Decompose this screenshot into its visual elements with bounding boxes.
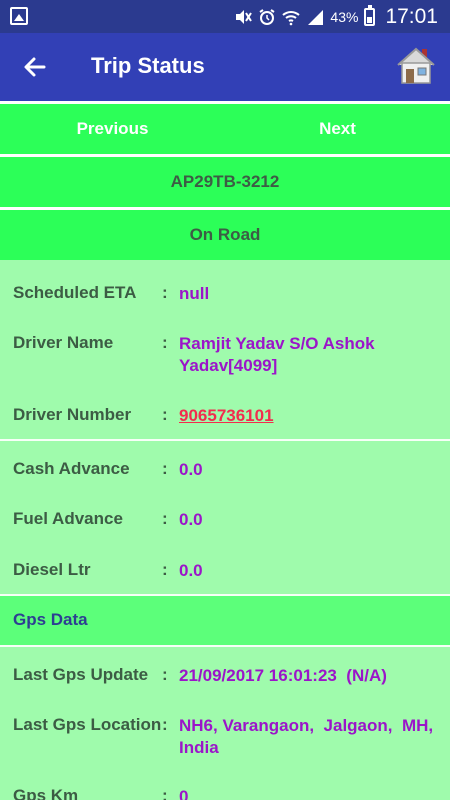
gps-label: Last Gps Location bbox=[13, 715, 162, 734]
colon: : bbox=[162, 405, 168, 424]
advance-value: 0.0 bbox=[179, 510, 203, 529]
detail-label: Driver Name bbox=[13, 333, 114, 352]
home-icon[interactable] bbox=[396, 43, 436, 87]
advance-value: 0.0 bbox=[179, 460, 203, 479]
detail-label: Driver Number bbox=[13, 405, 132, 424]
gps-section-header: Gps Data bbox=[0, 596, 450, 645]
gps-value: NH6, Varangaon, Jalgaon, MH, India bbox=[179, 716, 438, 757]
gps-label: Gps Km bbox=[13, 786, 79, 800]
advance-label: Fuel Advance bbox=[13, 509, 123, 528]
detail-value: Ramjit Yadav S/O Ashok Yadav[4099] bbox=[179, 334, 375, 375]
wifi-icon bbox=[282, 8, 301, 26]
divider bbox=[0, 645, 450, 647]
colon: : bbox=[162, 509, 168, 528]
trip-status-badge: On Road bbox=[0, 210, 450, 260]
page-title: Trip Status bbox=[91, 53, 205, 78]
divider bbox=[0, 439, 450, 441]
colon: : bbox=[162, 459, 168, 478]
colon: : bbox=[162, 560, 168, 579]
back-arrow-icon[interactable] bbox=[18, 50, 52, 84]
gps-section-title: Gps Data bbox=[13, 610, 88, 629]
battery-percent: 43% bbox=[330, 9, 359, 25]
gps-value: 21/09/2017 16:01:23 (N/A) bbox=[179, 666, 387, 685]
signal-icon bbox=[306, 8, 324, 26]
alarm-icon bbox=[258, 8, 276, 26]
next-button[interactable]: Next bbox=[225, 104, 450, 154]
gps-label: Last Gps Update bbox=[13, 665, 149, 684]
advance-value: 0.0 bbox=[179, 561, 203, 580]
colon: : bbox=[162, 715, 168, 734]
advance-label: Cash Advance bbox=[13, 459, 130, 478]
app-bar: Trip Status bbox=[0, 33, 450, 101]
colon: : bbox=[162, 786, 168, 800]
status-icons: 43% 17:01 bbox=[234, 4, 438, 30]
detail-label: Scheduled ETA bbox=[13, 283, 137, 302]
advance-label: Diesel Ltr bbox=[13, 560, 91, 579]
colon: : bbox=[162, 665, 168, 684]
driver-phone-link[interactable]: 9065736101 bbox=[179, 405, 443, 427]
vehicle-number: AP29TB-3212 bbox=[0, 157, 450, 207]
status-bar: 43% 17:01 bbox=[0, 0, 450, 33]
nav-row: Previous Next bbox=[0, 104, 450, 154]
battery-icon bbox=[364, 5, 376, 26]
colon: : bbox=[162, 333, 168, 352]
gallery-icon bbox=[10, 7, 28, 25]
gps-value: 0 bbox=[179, 787, 189, 800]
clock: 17:01 bbox=[385, 5, 438, 28]
previous-button[interactable]: Previous bbox=[0, 104, 225, 154]
detail-value: null bbox=[179, 284, 210, 303]
colon: : bbox=[162, 283, 168, 302]
mute-icon bbox=[234, 8, 253, 26]
